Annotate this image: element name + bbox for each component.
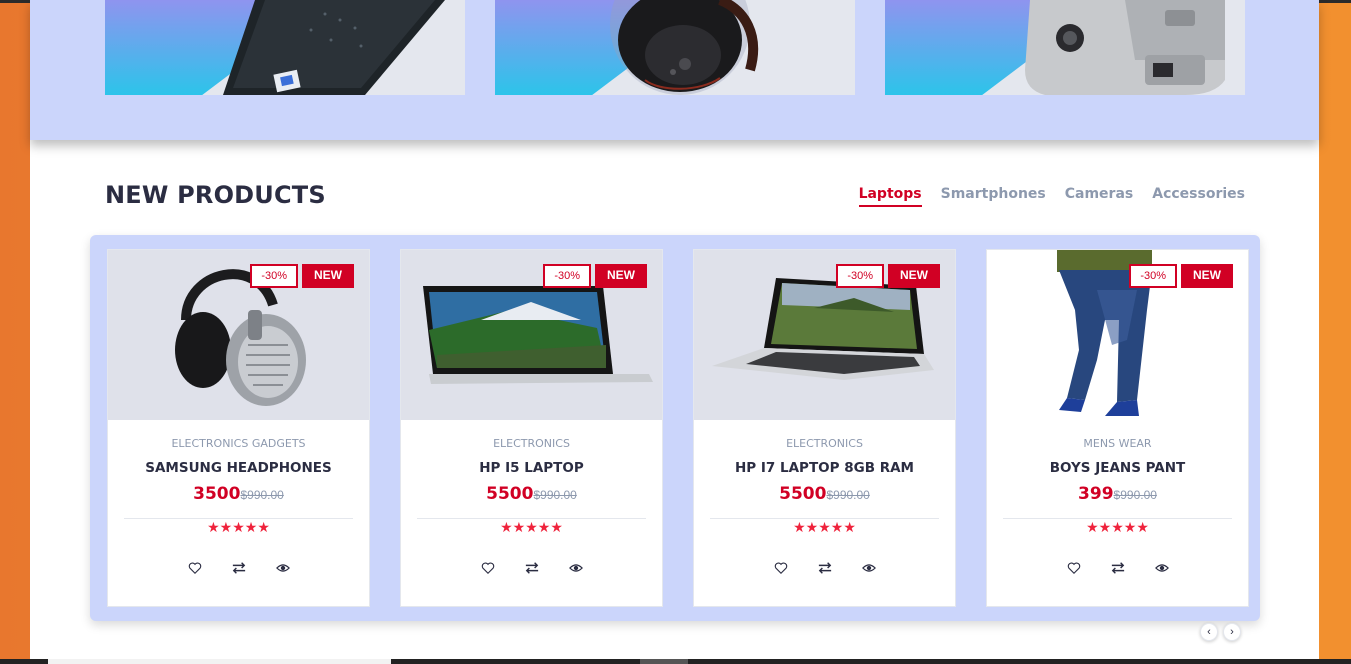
collections-strip	[30, 0, 1319, 140]
product-body: MENS WEAR BOYS JEANS PANT 399$990.00 ★★★…	[987, 420, 1248, 575]
product-price: 399	[1078, 484, 1114, 504]
product-body: ELECTRONICS HP I7 LAPTOP 8GB RAM 5500$99…	[694, 420, 955, 575]
exchange-icon[interactable]	[525, 561, 539, 575]
product-name[interactable]: SAMSUNG HEADPHONES	[108, 460, 369, 476]
headphones-collection-image	[610, 0, 759, 95]
product-card[interactable]: -30% NEW ELECTRONICS HP I5 LAPTOP 5500$9…	[400, 249, 663, 607]
product-category: ELECTRONICS	[493, 437, 570, 450]
eye-icon[interactable]	[568, 561, 583, 575]
eye-icon[interactable]	[1154, 561, 1169, 575]
page: NEW PRODUCTS Laptops Smartphones Cameras…	[30, 0, 1319, 664]
product-price: 3500	[193, 484, 241, 504]
product-badges: -30% NEW	[836, 264, 940, 288]
bottom-edge-segment	[640, 659, 688, 664]
product-price: 5500	[779, 484, 827, 504]
heart-icon[interactable]	[774, 561, 788, 575]
section-title: NEW PRODUCTS	[105, 181, 326, 209]
tab-accessories[interactable]: Accessories	[1152, 186, 1245, 207]
product-card[interactable]: -30% NEW ELECTRONICS GADGETS SAMSUNG HEA…	[107, 249, 370, 607]
product-rating: ★★★★★	[789, 519, 860, 536]
heart-icon[interactable]	[1067, 561, 1081, 575]
heart-icon[interactable]	[188, 561, 202, 575]
product-old-price: $990.00	[1113, 488, 1157, 502]
tab-laptops[interactable]: Laptops	[858, 186, 922, 207]
heart-icon[interactable]	[481, 561, 495, 575]
product-body: ELECTRONICS GADGETS SAMSUNG HEADPHONES 3…	[108, 420, 369, 575]
product-badges: -30% NEW	[1129, 264, 1233, 288]
product-image[interactable]: -30% NEW	[694, 250, 955, 420]
product-name[interactable]: HP I7 LAPTOP 8GB RAM	[694, 460, 955, 476]
product-rating: ★★★★★	[203, 519, 274, 536]
product-name[interactable]: BOYS JEANS PANT	[987, 460, 1248, 476]
eye-icon[interactable]	[861, 561, 876, 575]
bottom-edge-segment	[48, 659, 391, 664]
product-rating: ★★★★★	[496, 519, 567, 536]
product-actions	[987, 561, 1248, 575]
product-image[interactable]: -30% NEW	[401, 250, 662, 420]
product-badges: -30% NEW	[250, 264, 354, 288]
discount-badge: -30%	[543, 264, 591, 288]
discount-badge: -30%	[836, 264, 884, 288]
tab-cameras[interactable]: Cameras	[1065, 186, 1134, 207]
product-actions	[694, 561, 955, 575]
product-category: ELECTRONICS	[786, 437, 863, 450]
slider-nav: ‹ ›	[1200, 623, 1241, 641]
product-old-price: $990.00	[826, 488, 870, 502]
eye-icon[interactable]	[275, 561, 290, 575]
product-price-row: 5500$990.00	[694, 484, 955, 504]
product-category: MENS WEAR	[1083, 437, 1152, 450]
collection-cameras[interactable]	[885, 0, 1245, 95]
product-category: ELECTRONICS GADGETS	[171, 437, 306, 450]
product-tabs: Laptops Smartphones Cameras Accessories	[858, 186, 1245, 207]
product-body: ELECTRONICS HP I5 LAPTOP 5500$990.00 ★★★…	[401, 420, 662, 575]
new-badge: NEW	[888, 264, 940, 288]
product-badges: -30% NEW	[543, 264, 647, 288]
collection-laptops[interactable]	[105, 0, 465, 95]
product-actions	[108, 561, 369, 575]
product-image[interactable]: -30% NEW	[987, 250, 1248, 420]
laptop-collection-image	[223, 0, 445, 95]
product-old-price: $990.00	[240, 488, 284, 502]
product-price-row: 3500$990.00	[108, 484, 369, 504]
tab-smartphones[interactable]: Smartphones	[941, 186, 1046, 207]
exchange-icon[interactable]	[232, 561, 246, 575]
chevron-right-icon[interactable]: ›	[1223, 623, 1241, 641]
new-badge: NEW	[1181, 264, 1233, 288]
product-actions	[401, 561, 662, 575]
product-card[interactable]: -30% NEW MENS WEAR BOYS JEANS PANT 399$9…	[986, 249, 1249, 607]
discount-badge: -30%	[1129, 264, 1177, 288]
product-card[interactable]: -30% NEW ELECTRONICS HP I7 LAPTOP 8GB RA…	[693, 249, 956, 607]
new-badge: NEW	[302, 264, 354, 288]
product-price-row: 399$990.00	[987, 484, 1248, 504]
product-price: 5500	[486, 484, 534, 504]
product-rating: ★★★★★	[1082, 519, 1153, 536]
exchange-icon[interactable]	[818, 561, 832, 575]
chevron-left-icon[interactable]: ‹	[1200, 623, 1218, 641]
product-image[interactable]: -30% NEW	[108, 250, 369, 420]
camera-collection-image	[1025, 0, 1225, 95]
new-badge: NEW	[595, 264, 647, 288]
exchange-icon[interactable]	[1111, 561, 1125, 575]
products-slider: -30% NEW ELECTRONICS GADGETS SAMSUNG HEA…	[90, 235, 1260, 621]
product-name[interactable]: HP I5 LAPTOP	[401, 460, 662, 476]
bottom-edge	[0, 659, 1351, 664]
collection-accessories[interactable]	[495, 0, 855, 95]
product-old-price: $990.00	[533, 488, 577, 502]
product-price-row: 5500$990.00	[401, 484, 662, 504]
discount-badge: -30%	[250, 264, 298, 288]
